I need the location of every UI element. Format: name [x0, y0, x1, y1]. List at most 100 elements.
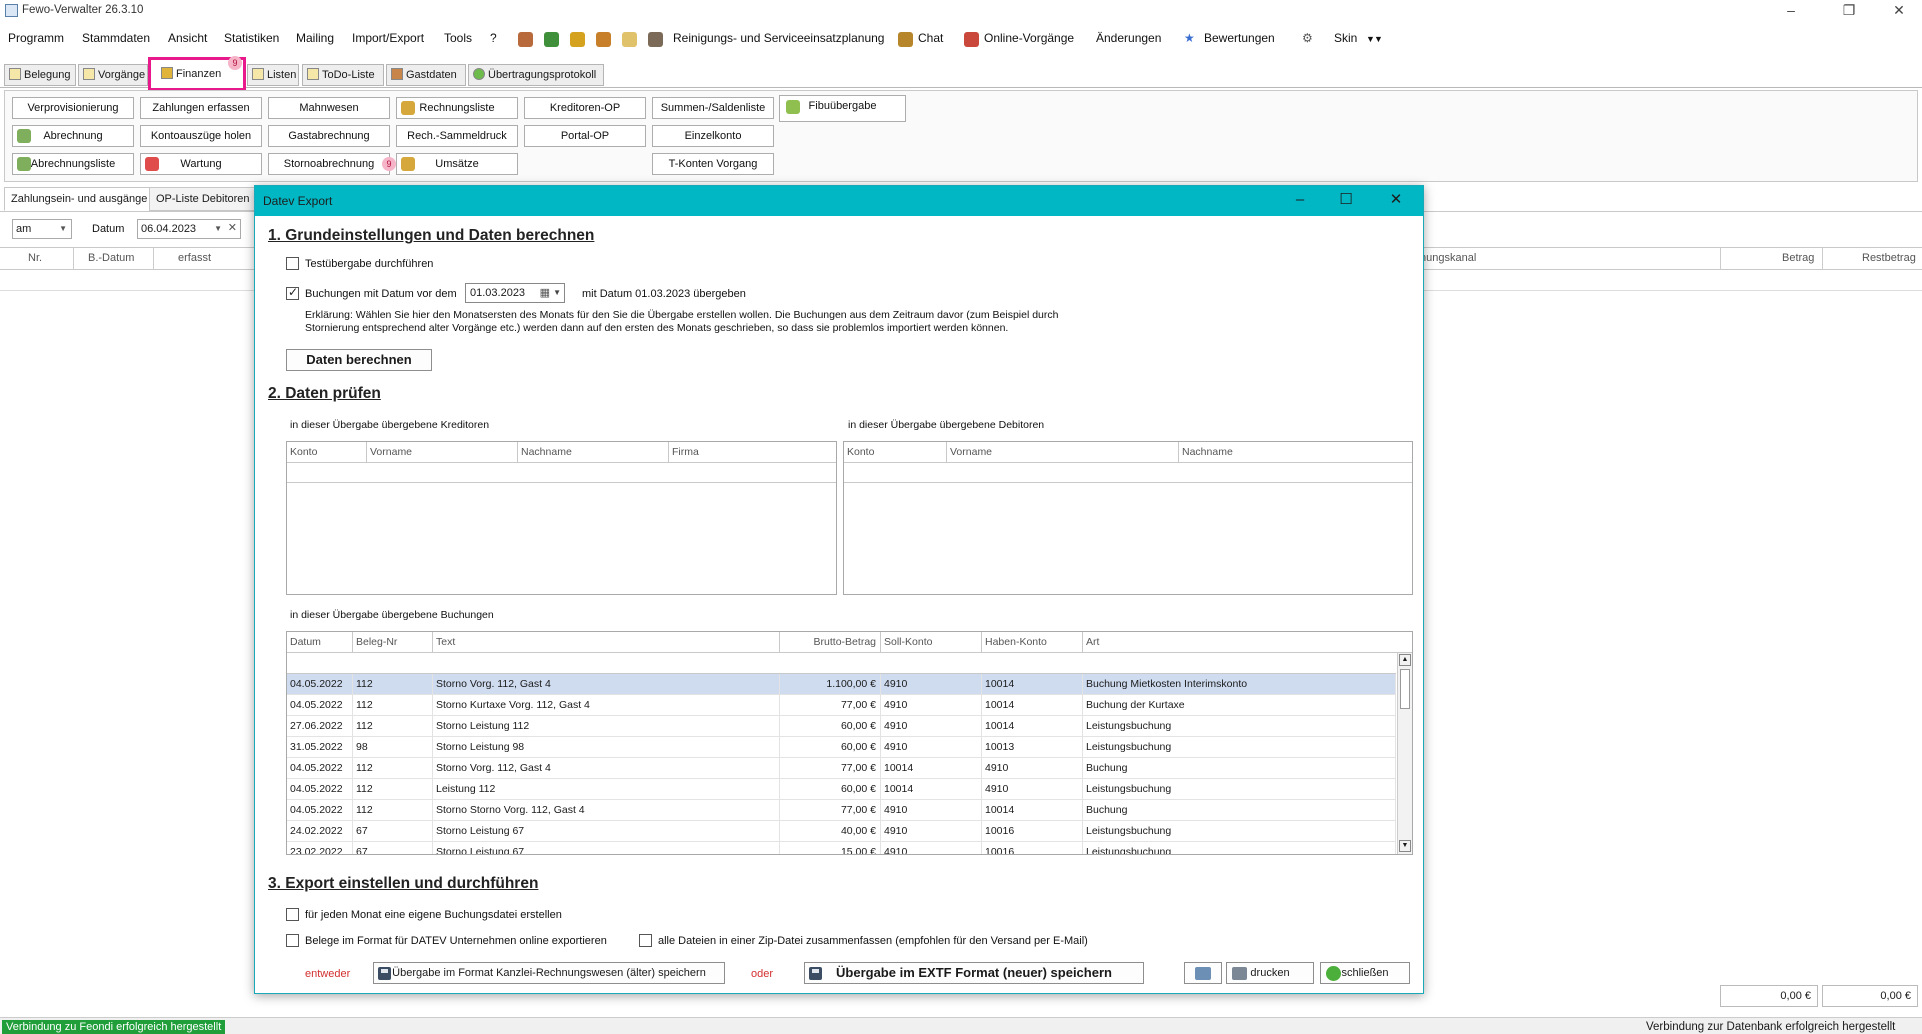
date-checkbox[interactable] [286, 285, 299, 300]
tab-op-liste-debitoren[interactable]: OP-Liste Debitoren [149, 187, 257, 211]
close-button[interactable]: schließen [1320, 962, 1410, 984]
menu-skin[interactable]: Skin [1334, 31, 1357, 45]
tab-listen[interactable]: Listen [247, 64, 299, 86]
abrechnungsliste-button[interactable]: Abrechnungsliste [12, 153, 134, 175]
edit-button[interactable] [1184, 962, 1222, 984]
person-icon[interactable] [596, 32, 611, 47]
maximize-icon[interactable]: ☐ [1323, 186, 1369, 216]
chat-icon[interactable] [898, 32, 913, 47]
table-row[interactable]: 04.05.2022 112 Storno Vorg. 112, Gast 4 77,… [287, 758, 1396, 779]
menu-online-vorgaenge[interactable]: Online-Vorgänge [984, 31, 1074, 45]
portal-op-button[interactable]: Portal-OP [524, 125, 646, 147]
scrollbar[interactable]: ▲ ▼ [1397, 653, 1412, 854]
cell-text: Storno Vorg. 112, Gast 4 [433, 758, 780, 779]
cell-soll-konto: 4910 [881, 737, 982, 758]
einzelkonto-button[interactable]: Einzelkonto [652, 125, 774, 147]
menu-reinigung[interactable]: Reinigungs- und Serviceeinsatzplanung [673, 31, 884, 45]
menu-bewertungen[interactable]: Bewertungen [1204, 31, 1275, 45]
umsaetze-button[interactable]: Umsätze [396, 153, 518, 175]
test-checkbox[interactable] [286, 257, 299, 270]
monthly-file-checkbox[interactable] [286, 908, 299, 921]
buchungen-rows: 04.05.2022 112 Storno Vorg. 112, Gast 4 1.1… [287, 674, 1396, 854]
abrechnung-button[interactable]: Abrechnung [12, 125, 134, 147]
fibuuebergabe-button[interactable]: Fibuübergabe [779, 95, 906, 122]
menu-tools[interactable]: Tools [444, 31, 472, 45]
print-button[interactable]: drucken [1226, 962, 1314, 984]
zip-checkbox[interactable] [639, 934, 652, 947]
summen-saldenliste-button[interactable]: Summen-/Saldenliste [652, 97, 774, 119]
date-input[interactable]: 01.03.2023 ▦ ▼ [465, 283, 565, 303]
extf-save-button[interactable]: Übergabe im EXTF Format (neuer) speicher… [804, 962, 1144, 984]
close-icon[interactable]: ✕ [1373, 186, 1419, 216]
kreditoren-op-button[interactable]: Kreditoren-OP [524, 97, 646, 119]
table-row[interactable]: 04.05.2022 112 Storno Kurtaxe Vorg. 112, G… [287, 695, 1396, 716]
col-konto: Konto [844, 442, 947, 462]
cell-haben-konto: 10014 [982, 674, 1083, 695]
menu-statistiken[interactable]: Statistiken [224, 31, 279, 45]
filter-select[interactable]: am ▼ [12, 219, 72, 239]
verprovisionierung-button[interactable]: Verprovisionierung [12, 97, 134, 119]
table-row[interactable]: 04.05.2022 112 Storno Vorg. 112, Gast 4 1.1… [287, 674, 1396, 695]
close-icon[interactable]: ✕ [1876, 0, 1922, 22]
tab-belegung[interactable]: Belegung [4, 64, 76, 86]
grid-divider [844, 462, 1412, 463]
star-icon[interactable]: ★ [1184, 31, 1195, 45]
tab-vorgaenge[interactable]: Vorgänge [78, 64, 148, 86]
menu-help[interactable]: ? [490, 31, 497, 45]
menu-import-export[interactable]: Import/Export [352, 31, 424, 45]
online-icon[interactable] [964, 32, 979, 47]
home-icon[interactable] [544, 32, 559, 47]
chevron-down-icon: ▼ [214, 224, 222, 233]
calendar-icon[interactable]: ▦ [540, 284, 550, 302]
chevron-down-icon[interactable]: ▼ [553, 284, 561, 302]
rechnungsliste-button[interactable]: Rechnungsliste [396, 97, 518, 119]
cell-art: Buchung [1083, 800, 1396, 821]
gear-icon[interactable]: ⚙ [1302, 31, 1313, 45]
scroll-up-icon[interactable]: ▲ [1399, 654, 1411, 666]
menu-aenderungen[interactable]: Änderungen [1096, 31, 1161, 45]
tab-zahlungsein-ausgaenge[interactable]: Zahlungsein- und ausgänge [4, 187, 155, 211]
gastabrechnung-button[interactable]: Gastabrechnung [268, 125, 390, 147]
table-row[interactable]: 23.02.2022 67 Storno Leistung 67 15,00 €491… [287, 842, 1396, 854]
table-row[interactable]: 04.05.2022 112 Leistung 112 60,00 €10014 491… [287, 779, 1396, 800]
guest-icon[interactable] [518, 32, 533, 47]
mahnwesen-button[interactable]: Mahnwesen [268, 97, 390, 119]
cleaning-icon[interactable] [648, 32, 663, 47]
scroll-thumb[interactable] [1400, 669, 1410, 709]
minimize-icon[interactable]: – [1768, 0, 1814, 22]
menu-ansicht[interactable]: Ansicht [168, 31, 207, 45]
tab-gastdaten[interactable]: Gastdaten [386, 64, 466, 86]
kreditoren-grid[interactable]: Konto Vorname Nachname Firma [286, 441, 837, 595]
kontoauszuege-button[interactable]: Kontoauszüge holen [140, 125, 262, 147]
clear-icon[interactable]: ✕ [228, 219, 237, 237]
belege-checkbox[interactable] [286, 934, 299, 947]
cell-brutto-betrag: 77,00 € [780, 800, 881, 821]
minimize-icon[interactable]: – [1277, 186, 1323, 216]
tab-todo[interactable]: ToDo-Liste [302, 64, 384, 86]
menu-stammdaten[interactable]: Stammdaten [82, 31, 150, 45]
scroll-down-icon[interactable]: ▼ [1399, 840, 1411, 852]
rech-sammeldruck-button[interactable]: Rech.-Sammeldruck [396, 125, 518, 147]
clipboard-icon[interactable] [622, 32, 637, 47]
date-filter-input[interactable]: 06.04.2023 ▼ ✕ [137, 219, 241, 239]
buchungen-grid[interactable]: Datum Beleg-Nr Text Brutto-Betrag Soll-K… [286, 631, 1413, 855]
stornoabrechnung-button[interactable]: Stornoabrechnung [268, 153, 390, 175]
debitoren-grid[interactable]: Konto Vorname Nachname [843, 441, 1413, 595]
table-row[interactable]: 24.02.2022 67 Storno Leistung 67 40,00 €491… [287, 821, 1396, 842]
owner-icon[interactable] [570, 32, 585, 47]
zahlungen-erfassen-button[interactable]: Zahlungen erfassen [140, 97, 262, 119]
menu-mailing[interactable]: Mailing [296, 31, 334, 45]
calc-button[interactable]: Daten berechnen [286, 349, 432, 371]
restore-icon[interactable]: ❐ [1826, 0, 1872, 22]
table-row[interactable]: 31.05.2022 98 Storno Leistung 98 60,00 €491… [287, 737, 1396, 758]
menu-programm[interactable]: Programm [8, 31, 64, 45]
skin-dropdown-icon[interactable]: ▼ [1374, 34, 1383, 44]
tab-uebertragungsprotokoll[interactable]: Übertragungsprotokoll [468, 64, 604, 86]
kanzlei-save-button[interactable]: Übergabe im Format Kanzlei-Rechnungswese… [373, 962, 725, 984]
t-konten-button[interactable]: T-Konten Vorgang [652, 153, 774, 175]
table-row[interactable]: 04.05.2022 112 Storno Storno Vorg. 112, Ga… [287, 800, 1396, 821]
status-bar [0, 1017, 1922, 1034]
menu-chat[interactable]: Chat [918, 31, 943, 45]
table-row[interactable]: 27.06.2022 112 Storno Leistung 112 60,00 €4… [287, 716, 1396, 737]
wartung-button[interactable]: Wartung [140, 153, 262, 175]
